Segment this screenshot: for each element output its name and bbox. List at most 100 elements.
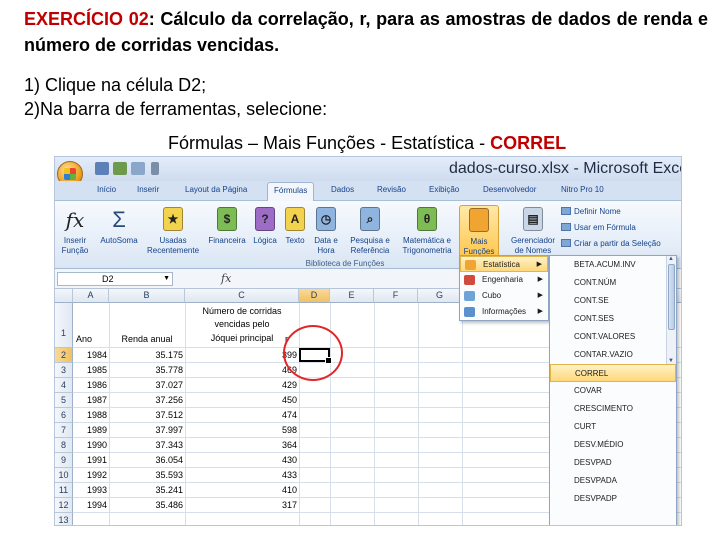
row-header[interactable]: 3 (55, 363, 73, 378)
text-button[interactable]: A Texto (281, 205, 309, 259)
cell-income[interactable]: 37.027 (109, 379, 183, 392)
row-header[interactable]: 12 (55, 498, 73, 513)
select-all-corner[interactable] (55, 289, 73, 303)
redo-icon[interactable] (131, 162, 145, 175)
name-box-dropdown-icon[interactable]: ▼ (163, 273, 170, 285)
row-header[interactable]: 13 (55, 513, 73, 525)
menu-scrollbar[interactable]: ▲ ▼ (666, 256, 676, 368)
cell-year[interactable]: 1991 (73, 454, 107, 467)
cell-wins[interactable]: 474 (185, 409, 297, 422)
cell-year[interactable]: 1992 (73, 469, 107, 482)
column-header[interactable]: A (73, 289, 109, 303)
column-header[interactable]: G (418, 289, 462, 303)
scroll-thumb[interactable] (668, 264, 675, 330)
stat-function-item[interactable]: BETA.ACUM.INV (550, 256, 666, 274)
cell-wins[interactable]: 433 (185, 469, 297, 482)
name-box[interactable]: D2 ▼ (57, 272, 173, 286)
stat-function-item[interactable]: DESVPADA (550, 472, 676, 490)
save-icon[interactable] (95, 162, 109, 175)
recently-used-button[interactable]: ★ Usadas Recentemente (143, 205, 203, 259)
cell-year[interactable]: 1988 (73, 409, 107, 422)
stat-function-item[interactable]: DESVPADP (550, 490, 676, 508)
row-header[interactable]: 5 (55, 393, 73, 408)
menu-item-engenharia[interactable]: Engenharia ▶ (460, 272, 548, 288)
cell-wins[interactable]: 469 (185, 364, 297, 377)
use-in-formula-button[interactable]: Usar em Fórmula (561, 223, 636, 232)
stat-function-item[interactable]: CONT.SES (550, 310, 666, 328)
cell-income[interactable]: 37.343 (109, 439, 183, 452)
menu-item-informacoes[interactable]: Informações ▶ (460, 304, 548, 320)
cell-year[interactable]: 1994 (73, 499, 107, 512)
cell-wins[interactable]: 430 (185, 454, 297, 467)
cell-income[interactable]: 37.256 (109, 394, 183, 407)
insert-function-button[interactable]: fx Inserir Função (57, 205, 93, 259)
cell-income[interactable]: 35.175 (109, 349, 183, 362)
customize-toolbar-icon[interactable] (151, 162, 159, 175)
cell-wins[interactable]: 364 (185, 439, 297, 452)
stat-function-item[interactable]: COVAR (550, 382, 676, 400)
cell-wins[interactable]: 410 (185, 484, 297, 497)
stat-function-item[interactable]: CONT.VALORES (550, 328, 666, 346)
tab-inicio[interactable]: Início (97, 185, 116, 194)
tab-dados[interactable]: Dados (331, 185, 354, 194)
row-header[interactable]: 7 (55, 423, 73, 438)
date-time-button[interactable]: ◷ Data e Hora (311, 205, 341, 259)
undo-icon[interactable] (113, 162, 127, 175)
cell-year[interactable]: 1987 (73, 394, 107, 407)
cell-income[interactable]: 37.512 (109, 409, 183, 422)
tab-formulas[interactable]: Fórmulas (267, 182, 315, 202)
column-header[interactable]: E (330, 289, 374, 303)
cell-income[interactable]: 37.997 (109, 424, 183, 437)
financial-button[interactable]: $ Financeira (205, 205, 249, 259)
name-manager-button[interactable]: ▤ Gerenciador de Nomes (507, 205, 559, 259)
tab-nitro-pro[interactable]: Nitro Pro 10 (561, 185, 604, 194)
stat-function-item[interactable]: CORREL (550, 364, 676, 382)
stat-function-item[interactable]: CONT.NÚM (550, 274, 666, 292)
cell-income[interactable]: 35.593 (109, 469, 183, 482)
cell-year[interactable]: 1984 (73, 349, 107, 362)
lookup-reference-button[interactable]: ⌕ Pesquisa e Referência (343, 205, 397, 259)
menu-item-cubo[interactable]: Cubo ▶ (460, 288, 548, 304)
cell-year[interactable]: 1990 (73, 439, 107, 452)
tab-exibicao[interactable]: Exibição (429, 185, 459, 194)
header-cell-a[interactable]: Ano (76, 333, 92, 346)
cell-wins[interactable]: 598 (185, 424, 297, 437)
header-cell-c-line1[interactable]: Número de corridas (185, 305, 299, 318)
menu-item-estatistica[interactable]: Estatística ▶ (460, 256, 548, 272)
logical-button[interactable]: ? Lógica (251, 205, 279, 259)
column-header[interactable]: D (299, 289, 330, 303)
cell-wins[interactable]: 429 (185, 379, 297, 392)
header-cell-b[interactable]: Renda anual (109, 333, 185, 346)
stat-function-item[interactable]: CONTAR.VAZIO (550, 346, 666, 364)
column-header[interactable]: B (109, 289, 185, 303)
row-header[interactable]: 11 (55, 483, 73, 498)
stat-function-item[interactable]: DESV.MÉDIO (550, 436, 676, 454)
row-header[interactable]: 4 (55, 378, 73, 393)
cell-income[interactable]: 36.054 (109, 454, 183, 467)
cell-year[interactable]: 1986 (73, 379, 107, 392)
row-header[interactable]: 8 (55, 438, 73, 453)
row-header[interactable]: 10 (55, 468, 73, 483)
stat-function-item[interactable]: CONT.SE (550, 292, 666, 310)
row-header[interactable]: 2 (55, 348, 73, 363)
row-header[interactable]: 6 (55, 408, 73, 423)
stat-function-item[interactable]: DESVPAD (550, 454, 676, 472)
tab-revisao[interactable]: Revisão (377, 185, 406, 194)
autosum-button[interactable]: Σ AutoSoma (97, 205, 141, 259)
row-header[interactable]: 9 (55, 453, 73, 468)
cell-year[interactable]: 1985 (73, 364, 107, 377)
header-cell-c-line3[interactable]: Jóquei principal (185, 332, 299, 345)
cell-wins[interactable]: 450 (185, 394, 297, 407)
create-from-selection-button[interactable]: Criar a partir da Seleção (561, 239, 661, 248)
header-cell-c-line2[interactable]: vencidas pelo (185, 318, 299, 331)
cell-income[interactable]: 35.241 (109, 484, 183, 497)
more-functions-button[interactable]: Mais Funções (459, 205, 499, 259)
tab-desenvolvedor[interactable]: Desenvolvedor (483, 185, 536, 194)
row-header[interactable]: 1 (55, 303, 73, 348)
scroll-up-icon[interactable]: ▲ (668, 256, 674, 262)
define-name-button[interactable]: Definir Nome (561, 207, 621, 216)
stat-function-item[interactable]: CRESCIMENTO (550, 400, 676, 418)
stat-function-item[interactable]: CURT (550, 418, 676, 436)
cell-year[interactable]: 1993 (73, 484, 107, 497)
cell-income[interactable]: 35.778 (109, 364, 183, 377)
